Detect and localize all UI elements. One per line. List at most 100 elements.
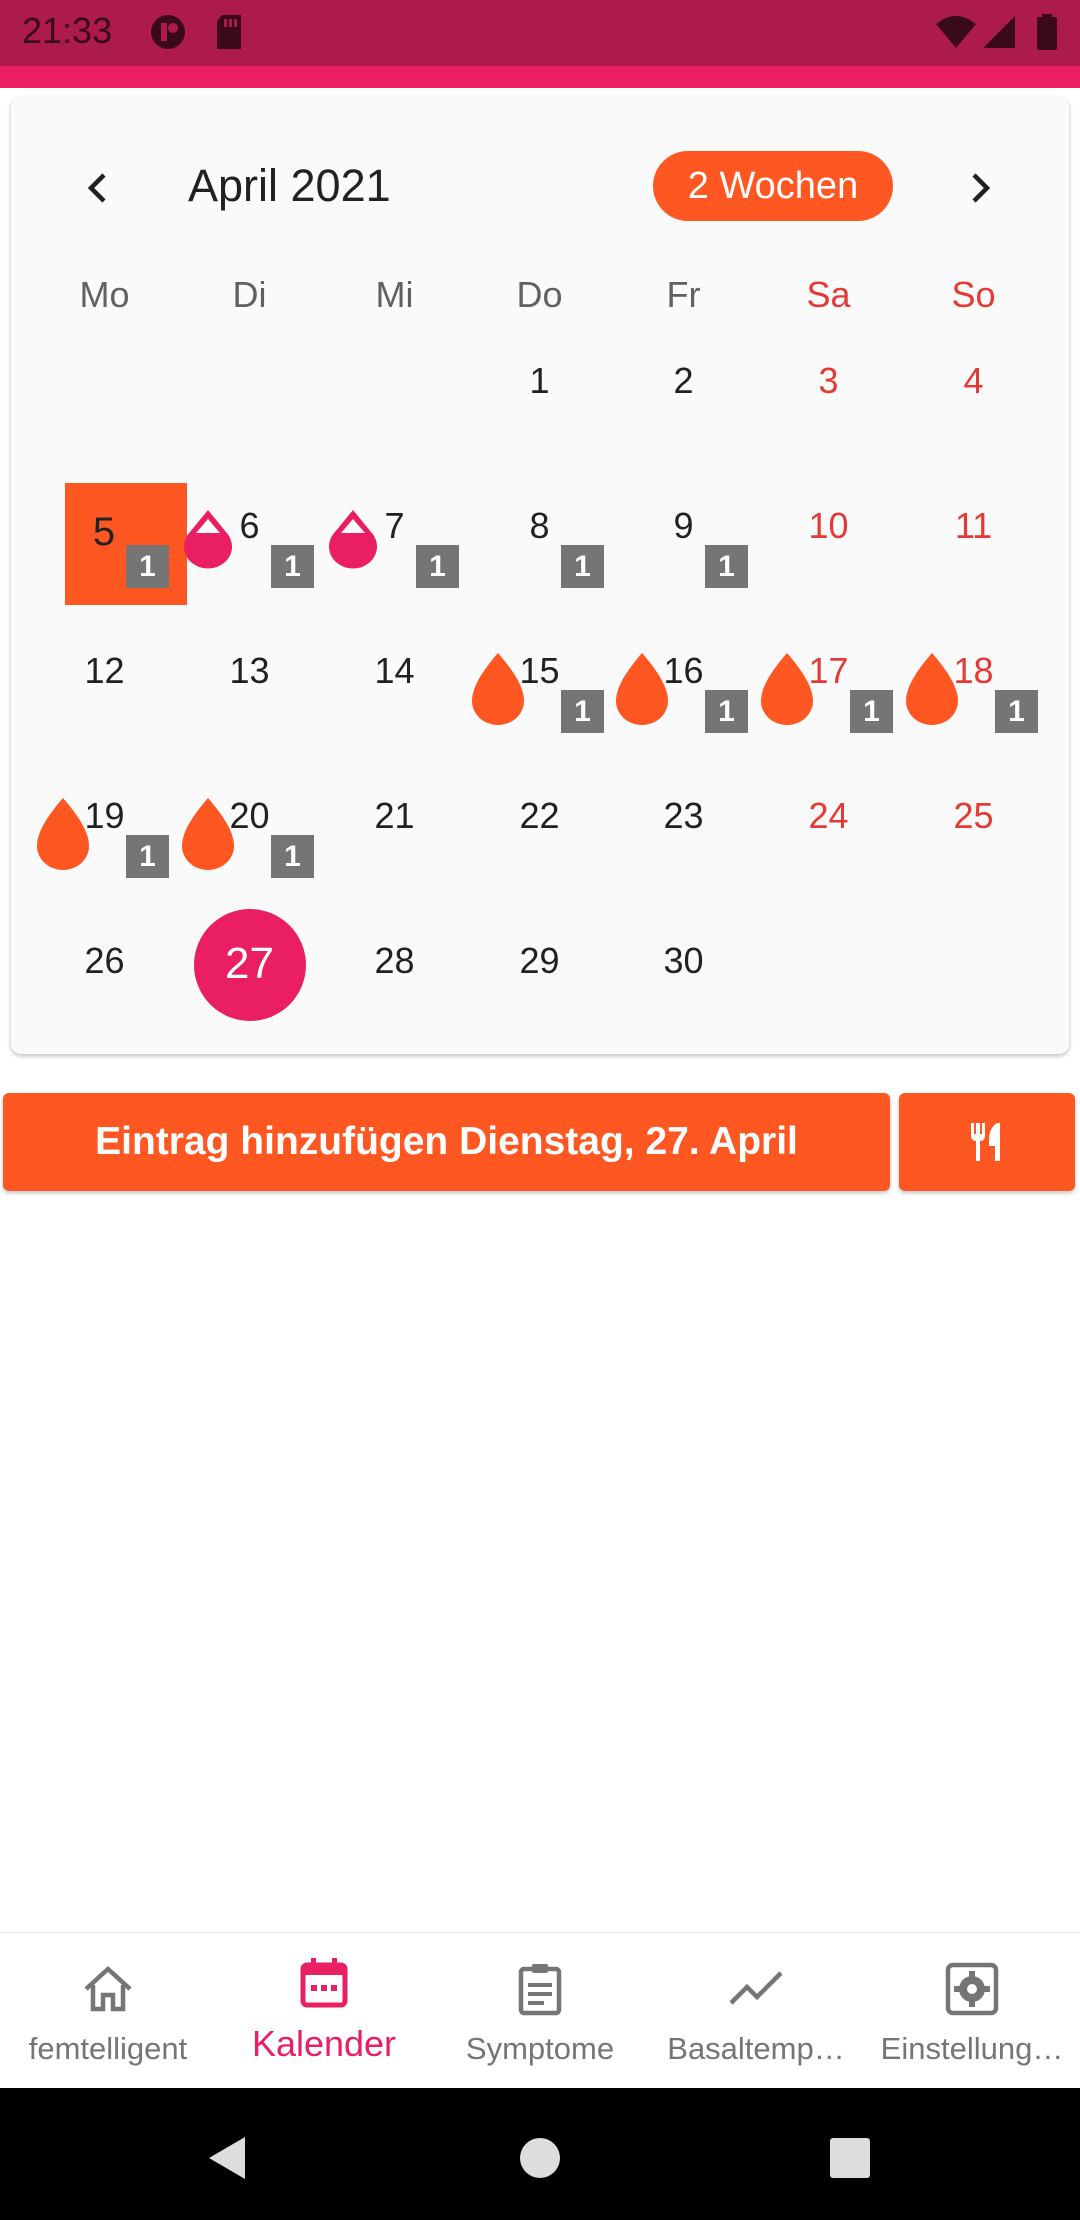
calendar-day[interactable]: 15 1	[467, 608, 612, 753]
sd-card-icon	[217, 15, 241, 49]
calendar-day[interactable]: 10	[756, 463, 901, 608]
calendar-day[interactable]: 71	[322, 463, 467, 608]
battery-icon	[1037, 14, 1057, 50]
day-number: 14	[374, 650, 415, 691]
tab-label: femtelligent	[28, 2031, 188, 2066]
day-number: 11	[954, 505, 993, 546]
entry-count-badge: 1	[271, 835, 314, 878]
entry-count-badge: 1	[705, 690, 748, 733]
food-button[interactable]	[899, 1093, 1075, 1191]
entry-count-badge: 1	[995, 690, 1038, 733]
calendar-day[interactable]: 81	[467, 463, 612, 608]
tab-einstellungen[interactable]: Einstellung…	[864, 1933, 1080, 2089]
calendar-format-button[interactable]: 2 Wochen	[653, 151, 893, 221]
tab-symptome[interactable]: Symptome	[432, 1933, 648, 2089]
back-button[interactable]	[188, 2118, 268, 2198]
day-number: 1	[529, 360, 550, 401]
calendar-day[interactable]: 61	[177, 463, 322, 608]
day-number: 9	[673, 505, 694, 546]
calendar-icon	[300, 1958, 348, 2008]
calendar-day[interactable]: 30	[611, 898, 756, 1043]
entry-count-badge: 1	[271, 545, 314, 588]
entry-count-badge: 1	[850, 690, 893, 733]
calendar-day[interactable]: 2	[611, 318, 756, 463]
add-entry-button[interactable]: Eintrag hinzufügen Dienstag, 27. April	[3, 1093, 890, 1191]
tab-label: Kalender	[251, 2023, 397, 2064]
bottom-navigation: femtelligent Kalender Symptome Basaltemp…	[0, 1932, 1080, 2088]
day-number: 29	[519, 940, 560, 981]
chevron-right-icon	[972, 173, 991, 203]
day-number: 26	[84, 940, 125, 981]
tab-femtelligent[interactable]: femtelligent	[0, 1933, 216, 2089]
calendar-day[interactable]: 91	[611, 463, 756, 608]
day-number: 24	[808, 795, 849, 836]
period-drop-icon	[472, 653, 524, 725]
calendar-day[interactable]: 4	[901, 318, 1046, 463]
calendar-day[interactable]: 28	[322, 898, 467, 1043]
period-drop-icon	[906, 653, 958, 725]
calendar-day[interactable]: 3	[756, 318, 901, 463]
tab-basaltemperatur[interactable]: Basaltemp…	[648, 1933, 864, 2089]
calendar-day[interactable]: 19 1	[32, 753, 177, 898]
calendar-day[interactable]: 16 1	[611, 608, 756, 753]
calendar-day[interactable]: 13	[177, 608, 322, 753]
calendar-day[interactable]: 27	[177, 898, 322, 1043]
day-number: 22	[519, 795, 560, 836]
home-icon	[84, 1965, 132, 2012]
day-number: 8	[529, 505, 550, 546]
day-number: 10	[808, 505, 849, 546]
day-number: 23	[663, 795, 704, 836]
recents-button[interactable]	[810, 2118, 890, 2198]
weekday-label: Mi	[375, 274, 414, 315]
weekday-label: Do	[516, 274, 563, 315]
tab-label: Basaltemp…	[667, 2031, 845, 2066]
previous-month-button[interactable]	[62, 152, 134, 224]
day-number: 3	[818, 360, 839, 401]
period-drop-icon	[761, 653, 813, 725]
calendar-day[interactable]: 29	[467, 898, 612, 1043]
calendar-day[interactable]: 14	[322, 608, 467, 753]
day-number: 4	[963, 360, 984, 401]
tab-kalender[interactable]: Kalender	[216, 1933, 432, 2089]
entry-count-badge: 1	[561, 545, 604, 588]
calendar-day[interactable]: 1	[467, 318, 612, 463]
day-number: 28	[374, 940, 415, 981]
entry-count-badge: 1	[126, 835, 169, 878]
calendar-day[interactable]: 24	[756, 753, 901, 898]
next-month-button[interactable]	[944, 152, 1016, 224]
calendar-day[interactable]: 11	[901, 463, 1046, 608]
calendar-day[interactable]: 21	[322, 753, 467, 898]
calendar-day[interactable]: 22	[467, 753, 612, 898]
home-button[interactable]	[500, 2118, 580, 2198]
wifi-icon	[936, 16, 976, 48]
back-triangle-icon	[209, 2137, 245, 2179]
chevron-left-icon	[87, 173, 106, 203]
calendar-day[interactable]: 17 1	[756, 608, 901, 753]
day-number: 27	[225, 939, 274, 988]
calendar-day[interactable]: 18 1	[901, 608, 1046, 753]
entry-count-badge: 1	[126, 545, 169, 588]
calendar-day[interactable]: 20 1	[177, 753, 322, 898]
fork-knife-icon	[971, 1123, 1000, 1161]
calendar-day[interactable]: 26	[32, 898, 177, 1043]
weekday-label: Di	[232, 274, 267, 315]
calendar-day[interactable]: 25	[901, 753, 1046, 898]
period-drop-icon	[37, 798, 89, 870]
settings-icon	[945, 1962, 999, 2016]
tab-label: Symptome	[465, 2031, 615, 2066]
system-navigation-bar	[0, 2088, 1080, 2220]
entry-count-badge: 1	[705, 545, 748, 588]
weekday-label: Sa	[806, 274, 851, 315]
calendar-day[interactable]: 12	[32, 608, 177, 753]
spotting-drop-icon	[184, 510, 232, 569]
status-time: 21:33	[22, 10, 113, 51]
month-title: April 2021	[188, 160, 391, 211]
recents-square-icon	[830, 2138, 870, 2178]
period-drop-icon	[182, 798, 234, 870]
trend-line-icon	[729, 1971, 783, 2005]
calendar-day[interactable]: 23	[611, 753, 756, 898]
status-bar: 21:33	[0, 0, 1080, 66]
signal-icon	[983, 16, 1015, 48]
calendar-day[interactable]: 51	[32, 463, 187, 608]
day-number: 5	[92, 510, 116, 554]
